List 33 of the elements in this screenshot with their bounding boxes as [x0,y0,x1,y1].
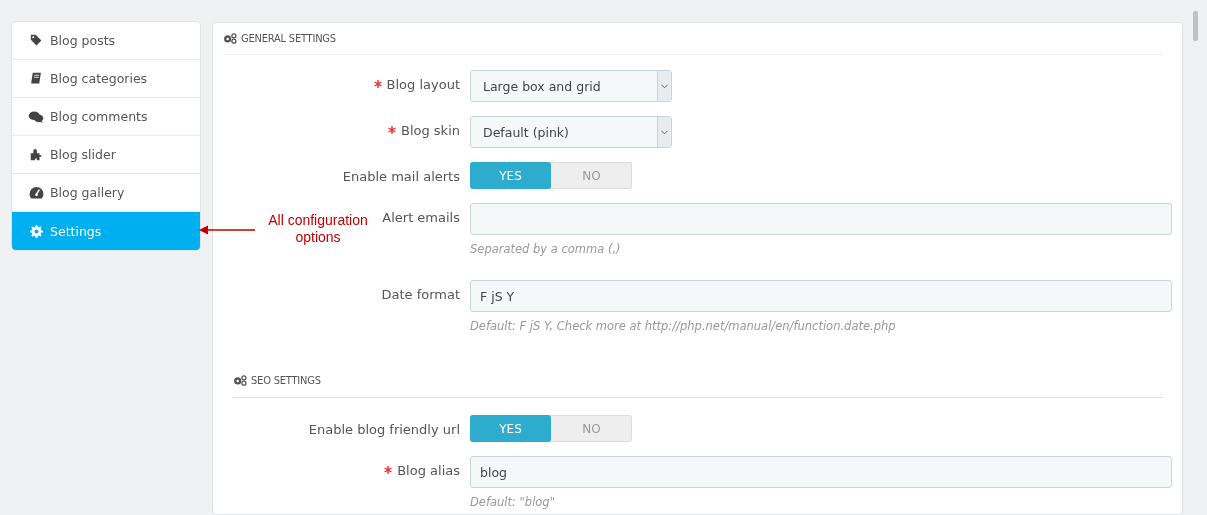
help-text: Default: F jS Y, Check more at http://php.net/manual/en/function.date.php [470,319,896,333]
gear-icon [28,224,44,238]
sidebar-item[interactable]: Blog posts [12,22,200,60]
gears-icon [223,33,237,44]
text-field[interactable]: blog [470,456,1172,488]
caret-icon [657,117,671,147]
dropdown[interactable]: Default (pink) [470,116,672,148]
help-text: Separated by a comma (,) [470,242,621,256]
text-field[interactable]: F jS Y [470,280,1172,312]
text-field[interactable] [470,203,1172,235]
comments-icon [28,110,44,123]
tag-icon [28,34,44,47]
section-title: SEO SETTINGS [251,373,321,387]
field-label: Blog skin [400,123,460,138]
sidebar-item[interactable]: Blog categories [12,60,200,98]
book-icon [28,72,44,85]
puzzle-icon [28,147,44,162]
field-label: Enable mail alerts [342,169,460,184]
dropdown[interactable]: Large box and grid [470,70,672,102]
section-title: GENERAL SETTINGS [241,32,336,45]
annotation-text: All configuration options [267,212,369,246]
sidebar-item[interactable]: Blog slider [12,136,200,174]
field-label: Date format [381,287,460,302]
caret-icon [657,71,671,101]
field-label: Alert emails [382,210,460,225]
field-label: Blog layout [386,77,460,92]
sidebar-item[interactable]: Blog comments [12,98,200,136]
field-label: Enable blog friendly url [308,422,460,437]
dashboard-icon [28,186,44,199]
gears-icon [233,374,247,386]
field-label: Blog alias [397,463,460,478]
annotation-arrow [199,225,255,235]
help-text: Default: "blog" [470,495,555,509]
